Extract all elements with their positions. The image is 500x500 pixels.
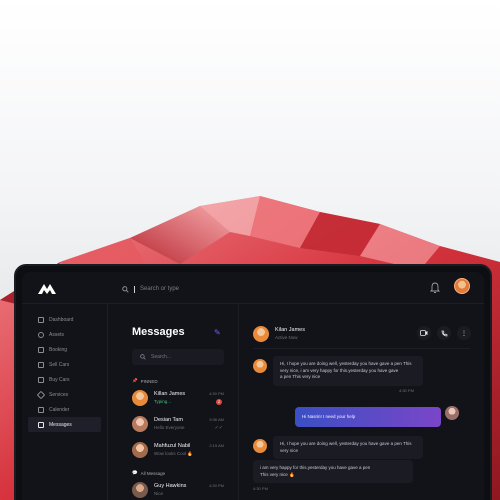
message-time: 4:30 PM — [253, 486, 268, 491]
video-icon — [420, 330, 428, 336]
sidebar-item-sell-cars[interactable]: Sell Cars — [22, 357, 107, 372]
chat-icon — [38, 421, 44, 428]
received-message: Hi, I hope you are doing well, yesterday… — [273, 356, 423, 386]
sender-avatar — [253, 359, 267, 373]
sidebar-item-dashboard[interactable]: Dashboard — [22, 312, 107, 327]
sidebar-item-messages[interactable]: Messages — [28, 417, 101, 432]
pinned-section-label: 📌 PINNED — [132, 378, 158, 384]
sidebar-item-label: Buy Cars — [49, 376, 70, 383]
sidebar: Dashboard Assets Booking Sell Cars Buy C… — [22, 304, 108, 500]
conversation-time: 9:36 AM — [209, 417, 224, 422]
conversation-list: Messages ✎ Search... 📌 PINNED Killan Jam… — [118, 304, 226, 500]
global-search-input[interactable]: Search or type — [122, 281, 242, 297]
search-icon — [122, 285, 129, 293]
sidebar-item-assets[interactable]: Assets — [22, 327, 107, 342]
grid-icon — [38, 316, 44, 323]
avatar — [132, 390, 148, 406]
conversation-search-input[interactable]: Search... — [132, 349, 224, 365]
conversation-item[interactable]: Killan James Typing... 4:30 PM 2 — [132, 388, 228, 410]
sidebar-item-booking[interactable]: Booking — [22, 342, 107, 357]
conversation-name: Mahfuzul Nabil — [154, 443, 191, 449]
messages-title: Messages — [132, 326, 185, 338]
conversation-preview: Typing... — [154, 399, 172, 404]
top-bar: Search or type — [22, 272, 484, 304]
sidebar-item-label: Dashboard — [49, 316, 74, 323]
car-icon — [38, 361, 44, 368]
more-vertical-icon: ⋮ — [461, 330, 467, 337]
voice-call-button[interactable] — [437, 326, 451, 340]
contact-avatar — [253, 326, 269, 342]
laptop-frame: Search or type Dashboard Assets Booking — [14, 264, 492, 500]
sidebar-item-label: Calender — [49, 406, 70, 413]
conversation-time: 2:15 AM — [209, 443, 224, 448]
message-text: Hi, I hope you are doing well, yesterday… — [280, 361, 412, 366]
message-text: Hi, I hope you are doing well, yesterday… — [280, 441, 412, 446]
all-messages-section-label: 💬 All Message — [132, 470, 165, 476]
text-caret — [134, 285, 135, 293]
tools-icon — [36, 390, 46, 399]
sidebar-item-buy-cars[interactable]: Buy Cars — [22, 372, 107, 387]
message-text: very nice — [280, 447, 299, 453]
avatar — [132, 416, 148, 432]
avatar — [132, 442, 148, 458]
user-avatar[interactable] — [454, 278, 470, 294]
phone-icon — [441, 330, 447, 336]
unread-badge: 2 — [216, 399, 222, 405]
cart-icon — [38, 376, 44, 383]
sent-message: Hi Nasrin! I need your help — [295, 407, 441, 427]
sidebar-item-label: Services — [49, 391, 69, 398]
video-call-button[interactable] — [417, 326, 431, 340]
received-message: Hi, I hope you are doing well, yesterday… — [273, 436, 423, 459]
more-options-button[interactable]: ⋮ — [457, 326, 471, 340]
my-avatar — [445, 406, 459, 420]
app-window: Search or type Dashboard Assets Booking — [22, 272, 484, 500]
calendar-icon — [38, 346, 44, 353]
chat-bubble-icon: 💬 — [132, 470, 138, 475]
sidebar-item-label: Sell Cars — [49, 361, 70, 368]
conversation-preview: Nice — [154, 491, 164, 496]
bell-icon[interactable] — [430, 282, 440, 294]
sidebar-item-label: Booking — [49, 346, 68, 353]
pinned-label-text: PINNED — [140, 378, 158, 384]
global-search-placeholder: Search or type — [140, 286, 180, 292]
message-text: a pen This very nice — [280, 374, 321, 379]
all-messages-label-text: All Message — [140, 470, 166, 476]
app-logo — [38, 284, 56, 294]
calendar-icon — [38, 406, 44, 413]
conversation-search-placeholder: Search... — [151, 354, 172, 360]
contact-status: Active Now — [275, 335, 298, 340]
conversation-item[interactable]: Desian Tam Hello Everyone 9:36 AM ✓✓ — [132, 414, 228, 436]
avatar — [132, 482, 148, 498]
read-receipt-icon: ✓✓ — [214, 425, 223, 431]
chat-panel: Kilan James Active Now ⋮ Hi, I hope you … — [238, 304, 484, 500]
conversation-item[interactable]: Mahfuzul Nabil Wow looks Cool 🔥 2:15 AM — [132, 440, 228, 462]
sidebar-item-calender[interactable]: Calender — [22, 402, 107, 417]
message-text: This very nice 🔥 — [260, 471, 295, 477]
header-divider — [253, 348, 470, 349]
conversation-name: Killan James — [154, 391, 186, 397]
compose-icon[interactable]: ✎ — [214, 329, 222, 337]
conversation-preview: Wow looks Cool 🔥 — [154, 451, 194, 456]
conversation-item[interactable]: Guy Hawkins Nice 4:30 PM — [132, 480, 228, 500]
conversation-time: 4:30 PM — [209, 483, 224, 488]
search-icon — [140, 354, 146, 360]
conversation-name: Desian Tam — [154, 417, 183, 423]
sidebar-item-label: Messages — [49, 421, 72, 428]
message-text: Hi Nasrin! I need your help — [302, 414, 356, 419]
conversation-time: 4:30 PM — [209, 391, 224, 396]
pin-icon: 📌 — [132, 378, 138, 383]
received-message: i am very happy for this.yesterday you h… — [253, 460, 413, 483]
user-icon — [38, 331, 44, 338]
sidebar-item-services[interactable]: Services — [22, 387, 107, 402]
message-time: 4:30 PM — [399, 388, 414, 393]
sidebar-item-label: Assets — [49, 331, 65, 338]
sender-avatar — [253, 439, 267, 453]
contact-name: Kilan James — [275, 327, 305, 333]
conversation-name: Guy Hawkins — [154, 483, 187, 489]
conversation-preview: Hello Everyone — [154, 425, 185, 430]
